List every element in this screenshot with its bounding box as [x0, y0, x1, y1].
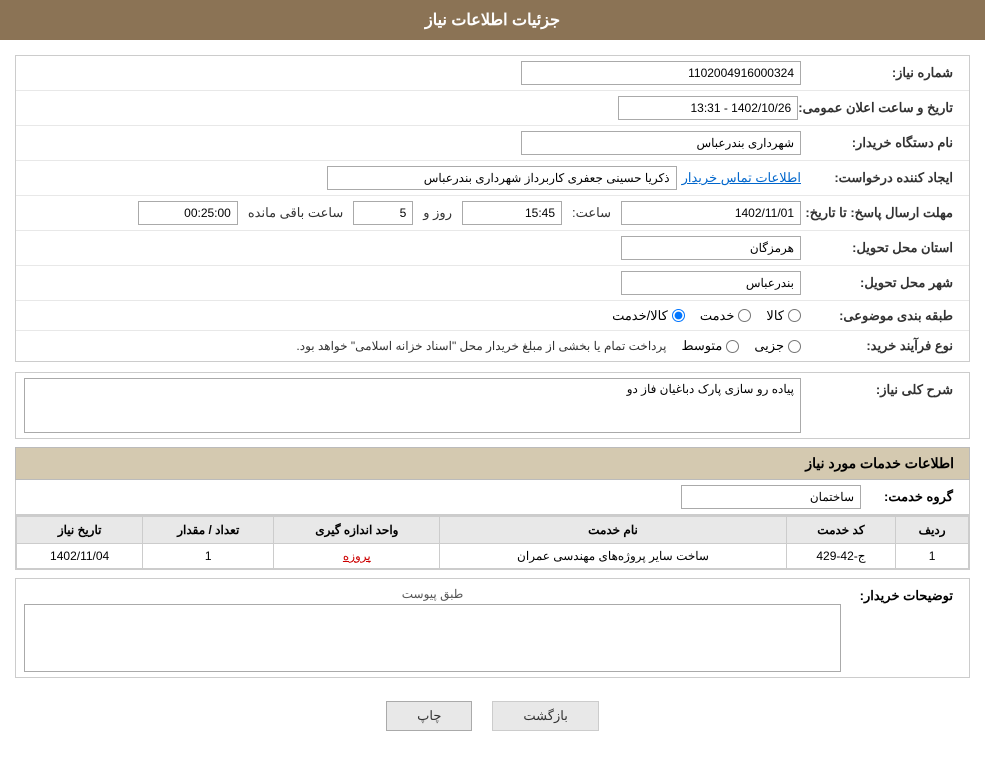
category-radio-kala-khedmat[interactable]: کالا/خدمت	[612, 308, 685, 324]
buyer-notes-content: طبق پیوست	[24, 584, 841, 672]
description-textarea[interactable]: پیاده رو سازی پارک دباغیان فاز دو	[24, 378, 801, 433]
cell-unit: پروزه	[274, 544, 440, 569]
reply-remaining-label: ساعت باقی مانده	[248, 205, 343, 221]
unit-link[interactable]: پروزه	[343, 549, 371, 563]
creator-row: ایجاد کننده درخواست: اطلاعات تماس خریدار	[16, 161, 969, 196]
province-value-cell	[24, 236, 801, 260]
cell-row-num: 1	[896, 544, 969, 569]
print-button[interactable]: چاپ	[386, 701, 472, 731]
reply-days-label: روز و	[423, 205, 452, 221]
creator-contact-link[interactable]: اطلاعات تماس خریدار	[682, 170, 801, 186]
col-quantity: تعداد / مقدار	[143, 517, 274, 544]
city-row: شهر محل تحویل:	[16, 266, 969, 301]
buyer-org-label: نام دستگاه خریدار:	[801, 135, 961, 151]
purchase-type-motavaset-label: متوسط	[681, 338, 722, 354]
cell-name: ساخت سایر پروژه‌های مهندسی عمران	[440, 544, 786, 569]
table-row: 1 ج-42-429 ساخت سایر پروژه‌های مهندسی عم…	[17, 544, 969, 569]
col-code: کد خدمت	[786, 517, 896, 544]
category-kala-khedmat-label: کالا/خدمت	[612, 308, 668, 324]
announcement-row: تاریخ و ساعت اعلان عمومی:	[16, 91, 969, 126]
purchase-type-radio-jozi[interactable]: جزیی	[754, 338, 801, 354]
category-label: طبقه بندی موضوعی:	[801, 308, 961, 324]
buyer-org-input[interactable]	[521, 131, 801, 155]
cell-date: 1402/11/04	[17, 544, 143, 569]
description-row: شرح کلی نیاز: پیاده رو سازی پارک دباغیان…	[16, 373, 969, 438]
table-header-row: ردیف کد خدمت نام خدمت واحد اندازه گیری ت…	[17, 517, 969, 544]
col-name: نام خدمت	[440, 517, 786, 544]
creator-input[interactable]	[327, 166, 677, 190]
reply-date-input[interactable]	[621, 201, 801, 225]
need-number-value-cell	[24, 61, 801, 85]
category-radio-khedmat-input[interactable]	[738, 309, 751, 322]
description-section: شرح کلی نیاز: پیاده رو سازی پارک دباغیان…	[15, 372, 970, 439]
announcement-value-cell	[24, 96, 798, 120]
category-kala-label: کالا	[766, 308, 784, 324]
reply-days-input[interactable]	[353, 201, 413, 225]
creator-value-cell: اطلاعات تماس خریدار	[24, 166, 801, 190]
need-number-row: شماره نیاز:	[16, 56, 969, 91]
col-date: تاریخ نیاز	[17, 517, 143, 544]
province-input[interactable]	[621, 236, 801, 260]
need-number-input[interactable]	[521, 61, 801, 85]
category-row: طبقه بندی موضوعی: کالا خدمت کالا/خدمت	[16, 301, 969, 331]
col-row-num: ردیف	[896, 517, 969, 544]
buyer-notes-textarea[interactable]	[29, 609, 836, 664]
purchase-type-jozi-label: جزیی	[754, 338, 784, 354]
description-label: شرح کلی نیاز:	[801, 378, 961, 398]
services-group-label: گروه خدمت:	[861, 489, 961, 505]
announcement-input[interactable]	[618, 96, 798, 120]
cell-code: ج-42-429	[786, 544, 896, 569]
reply-remaining-input[interactable]	[138, 201, 238, 225]
province-label: استان محل تحویل:	[801, 240, 961, 256]
reply-deadline-label: مهلت ارسال پاسخ: تا تاریخ:	[801, 205, 961, 221]
page-header: جزئیات اطلاعات نیاز	[0, 0, 985, 40]
col-unit: واحد اندازه گیری	[274, 517, 440, 544]
province-row: استان محل تحویل:	[16, 231, 969, 266]
main-form-section: شماره نیاز: تاریخ و ساعت اعلان عمومی: نا…	[15, 55, 970, 362]
cell-quantity: 1	[143, 544, 274, 569]
category-khedmat-label: خدمت	[700, 308, 735, 324]
attachment-label: طبق پیوست	[24, 584, 841, 604]
purchase-type-row: نوع فرآیند خرید: جزیی متوسط پرداخت تمام …	[16, 331, 969, 361]
purchase-type-value-cell: جزیی متوسط پرداخت تمام یا بخشی از مبلغ خ…	[24, 338, 801, 354]
buyer-org-row: نام دستگاه خریدار:	[16, 126, 969, 161]
reply-deadline-value-cell: ساعت: روز و ساعت باقی مانده	[24, 201, 801, 225]
services-group-row: گروه خدمت:	[15, 480, 970, 515]
reply-time-label: ساعت:	[572, 205, 611, 221]
purchase-type-note: پرداخت تمام یا بخشی از مبلغ خریدار محل "…	[296, 339, 666, 353]
announcement-label: تاریخ و ساعت اعلان عمومی:	[798, 100, 961, 116]
buyer-notes-inner	[24, 604, 841, 672]
need-number-label: شماره نیاز:	[801, 65, 961, 81]
category-radio-kala[interactable]: کالا	[766, 308, 801, 324]
city-input[interactable]	[621, 271, 801, 295]
category-radio-kala-input[interactable]	[788, 309, 801, 322]
services-group-input[interactable]	[681, 485, 861, 509]
purchase-type-label: نوع فرآیند خرید:	[801, 338, 961, 354]
category-value-cell: کالا خدمت کالا/خدمت	[24, 308, 801, 324]
creator-label: ایجاد کننده درخواست:	[801, 170, 961, 186]
buyer-notes-section: توضیحات خریدار: طبق پیوست	[15, 578, 970, 678]
purchase-type-radio-motavaset[interactable]: متوسط	[681, 338, 739, 354]
buyer-org-value-cell	[24, 131, 801, 155]
back-button[interactable]: بازگشت	[492, 701, 598, 731]
buyer-notes-label: توضیحات خریدار:	[841, 584, 961, 604]
services-table: ردیف کد خدمت نام خدمت واحد اندازه گیری ت…	[16, 516, 969, 569]
city-label: شهر محل تحویل:	[801, 275, 961, 291]
button-row: بازگشت چاپ	[15, 686, 970, 746]
purchase-type-motavaset-input[interactable]	[726, 340, 739, 353]
category-radio-kala-khedmat-input[interactable]	[672, 309, 685, 322]
reply-deadline-row: مهلت ارسال پاسخ: تا تاریخ: ساعت: روز و س…	[16, 196, 969, 231]
reply-time-input[interactable]	[462, 201, 562, 225]
services-table-container: ردیف کد خدمت نام خدمت واحد اندازه گیری ت…	[15, 515, 970, 570]
purchase-type-jozi-input[interactable]	[788, 340, 801, 353]
services-section-header: اطلاعات خدمات مورد نیاز	[15, 447, 970, 480]
page-title: جزئیات اطلاعات نیاز	[425, 12, 560, 29]
category-radio-khedmat[interactable]: خدمت	[700, 308, 752, 324]
city-value-cell	[24, 271, 801, 295]
buyer-notes-row: توضیحات خریدار: طبق پیوست	[16, 579, 969, 677]
